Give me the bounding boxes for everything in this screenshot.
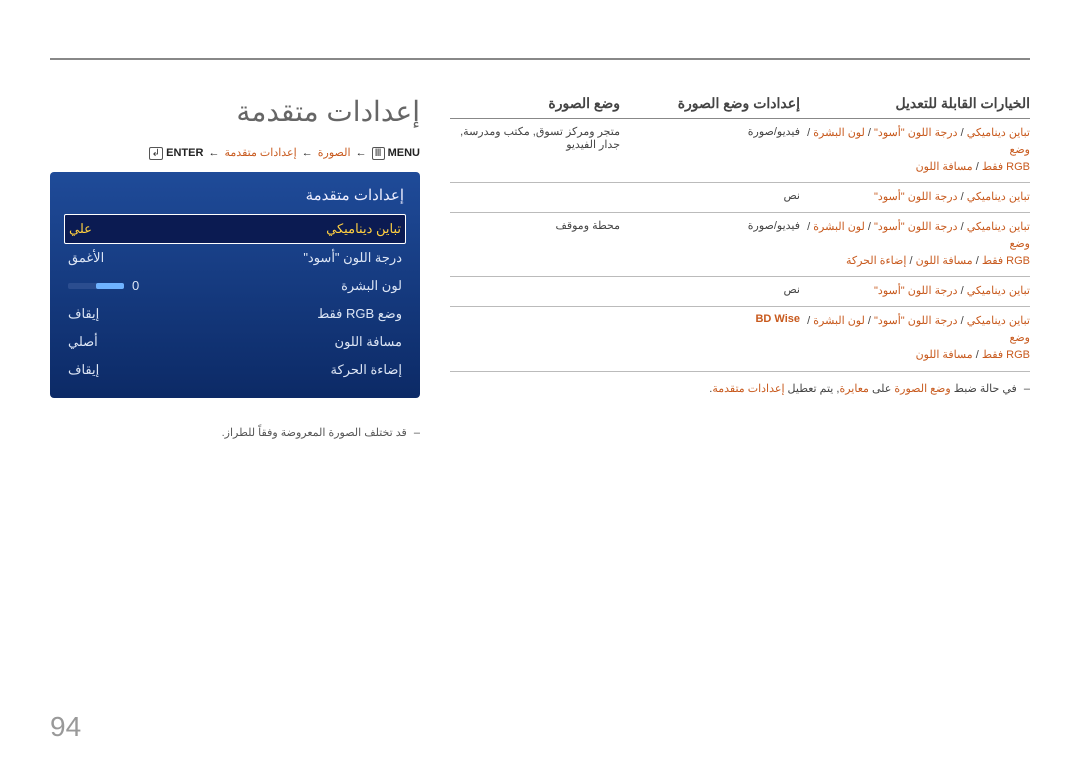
panel-row[interactable]: تباين ديناميكي علي — [64, 214, 406, 244]
cell: تباين ديناميكي / درجة اللون "أسود" / لون… — [800, 125, 1030, 176]
col-header: إعدادات وضع الصورة — [620, 95, 800, 112]
arrow-icon: ← — [354, 147, 369, 159]
panel-row[interactable]: إضاءة الحركة إيقاف — [64, 356, 406, 384]
panel-value: إيقاف — [68, 306, 99, 322]
panel-row[interactable]: درجة اللون "أسود" الأغمق — [64, 244, 406, 272]
cell: متجر ومركز تسوق, مكتب ومدرسة, جدار الفيد… — [450, 125, 620, 151]
table-row: نصتباين ديناميكي / درجة اللون "أسود" — [450, 183, 1030, 213]
page: إعدادات متقدمة MENU Ⅲ ← الصورة ← إعدادات… — [0, 0, 1080, 763]
table-body: متجر ومركز تسوق, مكتب ومدرسة, جدار الفيد… — [450, 119, 1030, 372]
breadcrumb-step: إعدادات متقدمة — [225, 147, 297, 159]
col-header: الخيارات القابلة للتعديل — [800, 95, 1030, 112]
breadcrumb: MENU Ⅲ ← الصورة ← إعدادات متقدمة ← ENTER… — [50, 146, 420, 160]
panel-value: أصلي — [68, 334, 98, 350]
table-row: نصتباين ديناميكي / درجة اللون "أسود" — [450, 277, 1030, 307]
page-number: 94 — [50, 711, 81, 743]
menu-icon: Ⅲ — [372, 147, 385, 160]
table-note: – في حالة ضبط وضع الصورة على معايرة, يتم… — [450, 382, 1030, 395]
panel-value: علي — [69, 221, 92, 237]
panel-label: مسافة اللون — [335, 334, 402, 350]
breadcrumb-step: الصورة — [318, 147, 351, 159]
cell: تباين ديناميكي / درجة اللون "أسود" / لون… — [800, 313, 1030, 364]
menu-key: MENU — [388, 147, 420, 159]
panel-header: إعدادات متقدمة — [64, 182, 406, 214]
panel-row[interactable]: مسافة اللون أصلي — [64, 328, 406, 356]
panel-rows: تباين ديناميكي علي درجة اللون "أسود" الأغمق… — [64, 214, 406, 384]
top-rule — [50, 58, 1030, 60]
panel-label: وضع RGB فقط — [317, 306, 402, 322]
panel-label: إضاءة الحركة — [331, 362, 402, 378]
menu-panel: إعدادات متقدمة تباين ديناميكي علي درجة الل… — [50, 172, 420, 398]
page-title: إعدادات متقدمة — [50, 95, 420, 128]
panel-row[interactable]: وضع RGB فقط إيقاف — [64, 300, 406, 328]
slider[interactable] — [68, 283, 124, 289]
cell: BD Wise — [620, 313, 800, 325]
footnote-text: قد تختلف الصورة المعروضة وفقاً للطراز. — [222, 427, 407, 439]
arrow-icon: ← — [206, 147, 221, 159]
col-header: وضع الصورة — [450, 95, 620, 112]
cell: محطة وموقف — [450, 219, 620, 232]
panel-label: لون البشرة — [341, 278, 402, 294]
cell: تباين ديناميكي / درجة اللون "أسود" — [800, 283, 1030, 300]
dash-icon: – — [410, 427, 420, 439]
panel-label: تباين ديناميكي — [326, 221, 401, 237]
cell: فيديو/صورة — [620, 125, 800, 138]
table-row: BD Wiseتباين ديناميكي / درجة اللون "أسود… — [450, 307, 1030, 371]
cell: فيديو/صورة — [620, 219, 800, 232]
cell: نص — [620, 283, 800, 296]
table-row: محطة وموقففيديو/صورةتباين ديناميكي / درج… — [450, 213, 1030, 277]
table-row: متجر ومركز تسوق, مكتب ومدرسة, جدار الفيد… — [450, 119, 1030, 183]
cell: تباين ديناميكي / درجة اللون "أسود" / لون… — [800, 219, 1030, 270]
table-header: وضع الصورة إعدادات وضع الصورة الخيارات ا… — [450, 95, 1030, 119]
left-column: وضع الصورة إعدادات وضع الصورة الخيارات ا… — [450, 95, 1030, 439]
footnote: – قد تختلف الصورة المعروضة وفقاً للطراز. — [50, 426, 420, 439]
right-column: إعدادات متقدمة MENU Ⅲ ← الصورة ← إعدادات… — [50, 95, 420, 439]
enter-key: ENTER — [166, 147, 203, 159]
enter-icon: ↲ — [149, 147, 163, 160]
panel-value: 0 — [68, 278, 139, 293]
panel-value: الأغمق — [68, 250, 104, 266]
panel-value: إيقاف — [68, 362, 99, 378]
panel-row[interactable]: لون البشرة 0 — [64, 272, 406, 300]
dash-icon: – — [1020, 383, 1030, 395]
arrow-icon: ← — [300, 147, 315, 159]
content: إعدادات متقدمة MENU Ⅲ ← الصورة ← إعدادات… — [50, 95, 1030, 439]
cell: نص — [620, 189, 800, 202]
panel-label: درجة اللون "أسود" — [303, 250, 402, 266]
cell: تباين ديناميكي / درجة اللون "أسود" — [800, 189, 1030, 206]
